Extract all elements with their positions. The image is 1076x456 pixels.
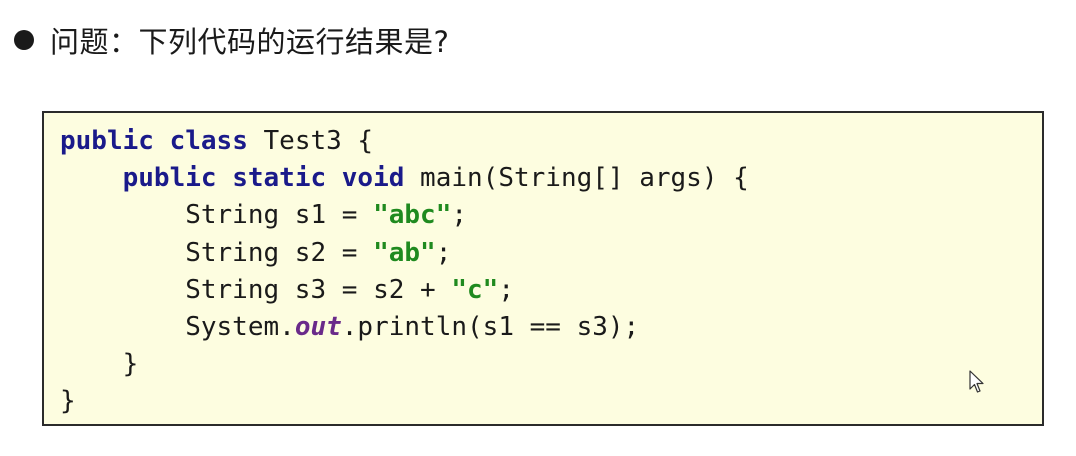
code-string: "abc" [373,200,452,231]
code-line: String s1 = "abc"; [60,197,1042,234]
slide: 问题：下列代码的运行结果是? public class Test3 { publ… [0,0,1076,456]
code-string: "ab" [373,237,436,268]
code-line: String s3 = s2 + "c"; [60,272,1042,309]
code-text: ; [498,274,514,305]
code-text: String s2 = [60,237,374,268]
code-keyword: public [60,126,154,156]
code-text: main(String[] args) { [404,163,749,194]
code-line: } [60,346,1042,383]
code-text: } [60,349,139,380]
code-keyword: void [341,163,405,194]
code-keyword: class [169,126,248,156]
code-text: System. [60,311,295,342]
question-row: 问题：下列代码的运行结果是? [12,18,449,62]
code-text: Test3 { [247,126,374,156]
question-text: 问题：下列代码的运行结果是? [50,25,450,59]
code-line: public class Test3 { [60,123,1042,160]
code-line: System.out.println(s1 == s3); [60,309,1042,346]
code-text: String s3 = s2 + [60,274,452,305]
bullet-dot-icon [14,30,34,50]
code-text: ; [435,237,452,268]
code-keyword: public [122,163,217,194]
code-field: out [294,311,342,342]
code-string: "c" [451,274,499,305]
code-block: public class Test3 { public static void … [42,111,1044,426]
code-line: public static void main(String[] args) { [60,160,1042,197]
mouse-pointer-icon [969,370,984,393]
code-line: String s2 = "ab"; [60,235,1042,272]
code-keyword: static [232,163,327,194]
code-text: } [60,386,76,417]
code-text: ; [451,200,468,231]
code-text: .println(s1 == s3); [341,311,640,342]
code-text: String s1 = [60,200,374,231]
code-line: } [60,383,1042,420]
